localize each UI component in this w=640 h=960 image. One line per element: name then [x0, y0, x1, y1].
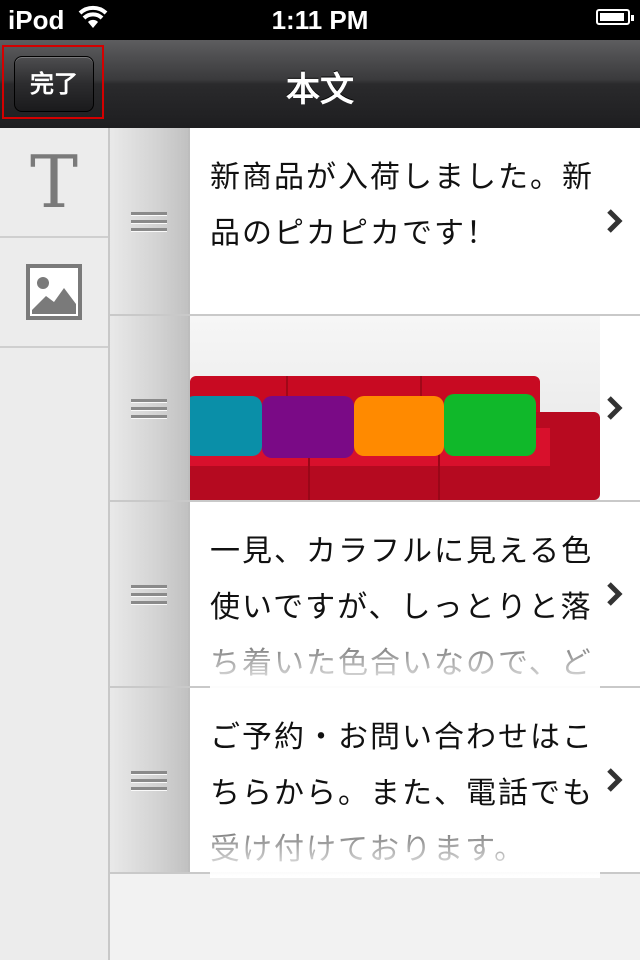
grip-icon [131, 766, 167, 795]
add-image-tool[interactable] [0, 238, 108, 348]
reorder-handle[interactable] [110, 688, 190, 872]
chevron-right-icon[interactable] [604, 580, 626, 608]
insert-tool-column: T [0, 128, 110, 960]
navigation-bar: 完了 本文 [0, 40, 640, 129]
list-item[interactable]: 新商品が入荷しました。新品のピカピカです！ [110, 128, 640, 316]
text-block-preview: 一見、カラフルに見える色使いですが、しっとりと落ち着いた色合いなので、ど [210, 524, 600, 692]
chevron-right-icon[interactable] [604, 766, 626, 794]
reorder-handle[interactable] [110, 502, 190, 686]
chevron-right-icon[interactable] [604, 394, 626, 422]
grip-icon [131, 207, 167, 236]
clock: 1:11 PM [271, 5, 369, 35]
add-text-tool[interactable]: T [0, 128, 108, 238]
status-bar: iPod 1:11 PM [0, 0, 640, 40]
text-block-preview: 新商品が入荷しました。新品のピカピカです！ [210, 160, 594, 251]
text-block-preview: ご予約・お問い合わせはこちらから。また、電話でも受け付けております。 [210, 710, 600, 878]
reorder-handle[interactable] [110, 316, 190, 500]
page-title: 本文 [286, 70, 354, 110]
list-item[interactable]: ご予約・お問い合わせはこちらから。また、電話でも受け付けております。 [110, 688, 640, 878]
text-icon: T [29, 140, 79, 224]
list-item[interactable]: 一見、カラフルに見える色使いですが、しっとりと落ち着いた色合いなので、ど [110, 502, 640, 692]
image-icon [26, 264, 82, 320]
reorder-handle[interactable] [110, 128, 190, 314]
battery-icon [596, 9, 634, 25]
grip-icon [131, 394, 167, 423]
chevron-right-icon[interactable] [604, 207, 626, 235]
sofa-photo [190, 316, 600, 500]
list-item[interactable] [110, 316, 640, 502]
grip-icon [131, 580, 167, 609]
